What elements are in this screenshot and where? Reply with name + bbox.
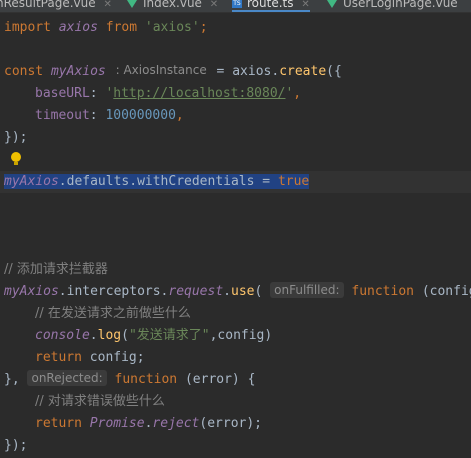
string-literal: "发送请求了" xyxy=(128,328,210,343)
property-key: baseURL xyxy=(35,86,90,101)
punctuation: ; xyxy=(199,20,208,35)
code-text: (error) { xyxy=(177,372,256,387)
boolean-literal: true xyxy=(277,174,310,189)
identifier: myAxios xyxy=(4,284,59,299)
punctuation: : xyxy=(89,86,106,101)
punctuation: ( xyxy=(254,284,263,299)
type-inlay-hint: : AxiosInstance xyxy=(115,63,207,77)
punctuation: , xyxy=(293,86,302,101)
code-text: . xyxy=(223,284,231,299)
code-line-console-log: console.log("发送请求了",config) xyxy=(0,325,471,347)
parameter-inlay-hint: onFulfilled: xyxy=(270,282,344,298)
tab-result-page[interactable]: hResultPage.vue ✕ xyxy=(0,0,112,11)
keyword: function xyxy=(114,372,178,387)
typescript-file-icon: TS xyxy=(232,0,242,8)
tab-user-login-page[interactable]: UserLoginPage.vue xyxy=(327,0,458,11)
selected-code: myAxios.defaults.withCredentials = true xyxy=(4,174,310,189)
punctuation: }, xyxy=(4,372,28,387)
method-name: create xyxy=(279,64,327,79)
url-link[interactable]: http://localhost:8080/ xyxy=(113,86,285,101)
code-line-with-credentials: myAxios.defaults.withCredentials = true xyxy=(0,171,471,193)
code-line-const: const myAxios : AxiosInstance = axios.cr… xyxy=(0,61,471,83)
gutter-line xyxy=(0,149,471,171)
identifier: myAxios xyxy=(50,64,106,79)
code-text: (error); xyxy=(199,416,263,431)
close-icon[interactable]: ✕ xyxy=(210,0,218,10)
vue-file-icon xyxy=(127,0,137,8)
method-name: log xyxy=(97,328,122,343)
keyword: from xyxy=(105,20,138,35)
lightbulb-icon[interactable] xyxy=(11,152,21,165)
punctuation: : xyxy=(89,108,106,123)
code-line-return-reject: return Promise.reject(error); xyxy=(0,413,471,435)
code-editor[interactable]: import axios from 'axios'; const myAxios… xyxy=(0,12,471,458)
comment: // 添加请求拦截器 xyxy=(4,262,108,277)
tab-index[interactable]: Index.vue ✕ xyxy=(127,0,218,11)
punctuation: , xyxy=(175,108,184,123)
identifier: Promise xyxy=(89,416,145,431)
keyword: return xyxy=(35,350,82,365)
parameter-inlay-hint: onRejected: xyxy=(27,370,107,386)
code-line-baseurl: baseURL: 'http://localhost:8080/', xyxy=(0,83,471,105)
tab-label: UserLoginPage.vue xyxy=(343,0,458,10)
tab-label: Index.vue xyxy=(143,0,202,10)
method-name: use xyxy=(231,284,255,299)
code-line-close-use: }); xyxy=(0,435,471,457)
code-text: = axios. xyxy=(208,64,280,79)
tab-route-ts[interactable]: TS route.ts ✕ xyxy=(232,0,310,12)
punctuation: ( xyxy=(121,328,129,343)
punctuation: ({ xyxy=(326,64,342,79)
code-text: .defaults.withCredentials = xyxy=(58,174,278,189)
method-name: reject xyxy=(152,416,200,431)
code-text: config; xyxy=(81,350,145,365)
keyword: return xyxy=(35,416,82,431)
property-key: timeout xyxy=(35,108,90,123)
close-icon[interactable]: ✕ xyxy=(103,0,111,10)
code-line-interceptor-use: myAxios.interceptors.request.use( onFulf… xyxy=(0,281,471,303)
code-line-comment-interceptor: // 添加请求拦截器 xyxy=(0,259,471,281)
code-text: . xyxy=(89,328,98,343)
code-line-comment-before-send: // 在发送请求之前做些什么 xyxy=(0,303,471,325)
keyword: function xyxy=(351,284,414,299)
code-line-timeout: timeout: 100000000, xyxy=(0,105,471,127)
identifier: request xyxy=(168,284,224,299)
comment: // 在发送请求之前做些什么 xyxy=(35,306,191,321)
tab-label: route.ts xyxy=(247,0,294,10)
comment: // 对请求错误做些什么 xyxy=(35,394,165,409)
code-line-import: import axios from 'axios'; xyxy=(0,17,471,39)
keyword: const xyxy=(4,64,44,79)
identifier: console xyxy=(35,328,90,343)
code-line-return-config: return config; xyxy=(0,347,471,369)
code-line-comment-error: // 对请求错误做些什么 xyxy=(0,391,471,413)
keyword: import xyxy=(4,20,51,35)
close-icon[interactable]: ✕ xyxy=(301,0,309,10)
code-text: (config xyxy=(414,284,471,299)
identifier: myAxios xyxy=(4,174,59,189)
tab-label: hResultPage.vue xyxy=(0,0,96,10)
code-text: .interceptors. xyxy=(58,284,169,299)
identifier: axios xyxy=(58,20,98,35)
string-literal: 'axios' xyxy=(144,20,200,35)
code-text: ,config) xyxy=(209,328,273,343)
code-line-close-create: }); xyxy=(0,127,471,149)
number-literal: 100000000 xyxy=(105,108,176,123)
punctuation: }); xyxy=(4,438,28,453)
code-line-on-rejected: }, onRejected: function (error) { xyxy=(0,369,471,391)
vue-file-icon xyxy=(327,0,337,8)
punctuation: }); xyxy=(4,130,28,145)
